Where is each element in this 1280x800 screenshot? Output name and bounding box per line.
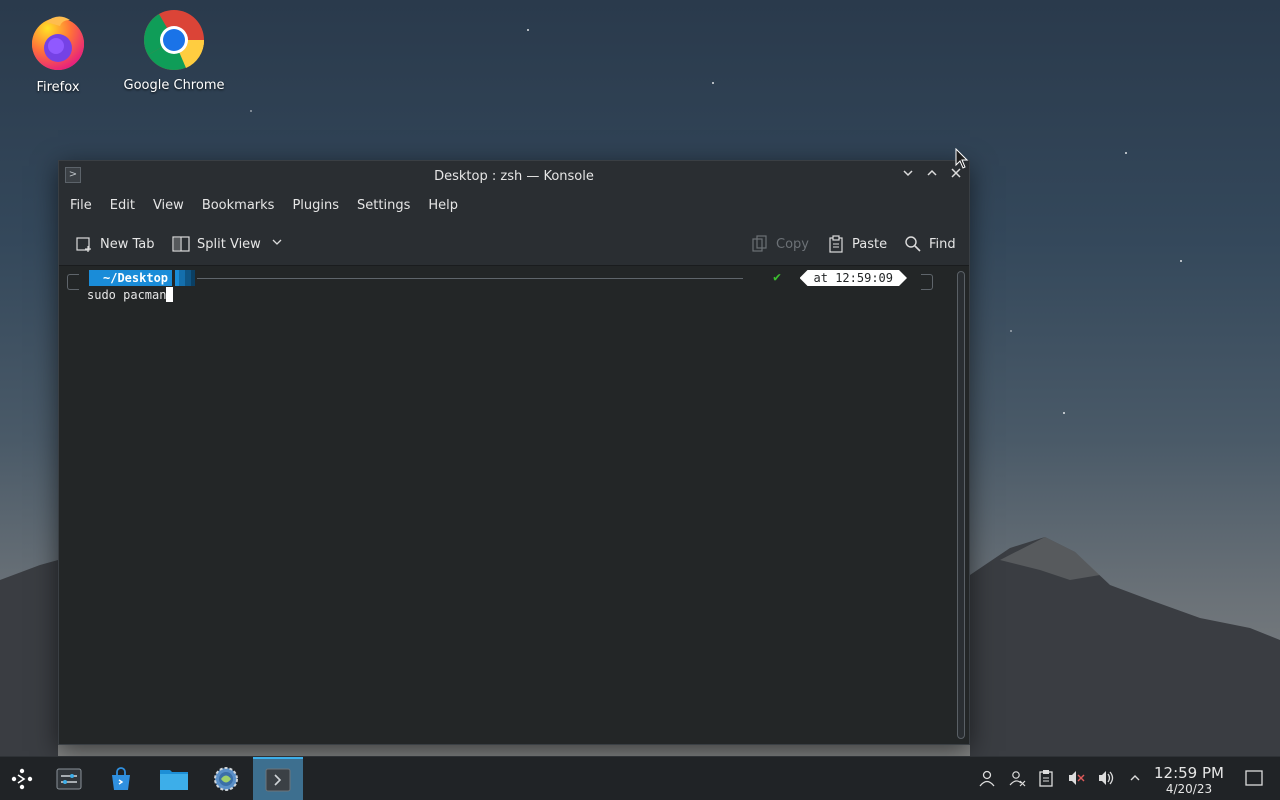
window-titlebar[interactable]: > Desktop : zsh — Konsole [59,161,969,191]
menu-bookmarks[interactable]: Bookmarks [193,191,284,221]
new-tab-label: New Tab [100,236,155,252]
konsole-app-icon[interactable]: > [65,167,81,183]
prompt-directory-stripes [175,270,199,286]
clock-date: 4/20/23 [1165,782,1213,796]
mouse-pointer-icon [955,147,969,174]
konsole-window: > Desktop : zsh — Konsole File Edit View… [58,160,970,745]
terminal-scrollbar[interactable] [957,271,965,739]
menu-edit[interactable]: Edit [101,191,144,221]
menu-view[interactable]: View [144,191,193,221]
minimize-icon[interactable] [899,167,917,185]
paste-icon [827,235,845,253]
prompt-directory: ~/Desktop [89,270,173,286]
window-title: Desktop : zsh — Konsole [434,168,594,184]
show-desktop-icon[interactable] [1243,767,1265,789]
konsole-icon[interactable] [253,757,303,800]
taskbar: 12:59 PM 4/20/23 [0,756,1280,800]
copy-label: Copy [776,236,809,252]
paste-button[interactable]: Paste [827,229,887,259]
desktop-icon-label: Firefox [36,80,80,95]
application-launcher-icon[interactable] [2,761,42,797]
menu-help[interactable]: Help [419,191,467,221]
firefox-icon [26,10,90,74]
paste-label: Paste [852,236,888,252]
file-manager-icon[interactable] [154,761,194,797]
prompt-time: at 12:59:09 [800,270,907,286]
copy-button[interactable]: Copy [751,229,809,259]
discover-store-icon[interactable] [101,761,141,797]
user-icon[interactable] [976,767,998,789]
prompt-line: ~/Desktop ✔ at 12:59:09 [67,270,933,290]
desktop-icon-label: Google Chrome [123,78,225,93]
overview-icon[interactable] [49,761,89,797]
maximize-icon[interactable] [923,167,941,185]
terminal-area[interactable]: ~/Desktop ✔ at 12:59:09 sudo pacman [59,266,949,744]
find-label: Find [929,236,956,252]
clock[interactable]: 12:59 PM 4/20/23 [1146,764,1232,797]
check-icon: ✔ [773,270,781,285]
chrome-icon [142,8,206,72]
split-view-button[interactable]: Split View [172,229,283,259]
desktop-icon-chrome[interactable]: Google Chrome [119,8,229,93]
command-text: sudo pacman [87,288,167,302]
chevron-down-icon[interactable] [271,236,283,252]
split-view-label: Split View [197,236,261,252]
muted-speaker-icon[interactable] [1065,767,1087,789]
find-button[interactable]: Find [904,229,956,259]
copy-icon [751,235,769,253]
menu-settings[interactable]: Settings [348,191,419,221]
new-tab-button[interactable]: New Tab [75,229,155,259]
clock-time: 12:59 PM [1154,764,1224,782]
accounts-icon[interactable] [1006,767,1028,789]
volume-icon[interactable] [1095,767,1117,789]
menu-file[interactable]: File [61,191,101,221]
command-line: sudo pacman [87,287,174,303]
prompt-bracket-right [921,274,933,290]
menu-bar: File Edit View Bookmarks Plugins Setting… [59,191,969,221]
toolbar: New Tab Split View Copy Paste Find [59,221,969,266]
system-settings-icon[interactable] [206,761,246,797]
split-view-icon [172,235,190,253]
search-icon [904,235,922,253]
menu-plugins[interactable]: Plugins [283,191,348,221]
new-tab-icon [75,235,93,253]
desktop-icon-firefox[interactable]: Firefox [3,10,113,95]
prompt-bracket-left [67,274,79,290]
prompt-rule [197,278,743,279]
tray-expand-icon[interactable] [1124,767,1146,789]
clipboard-icon[interactable] [1035,767,1057,789]
text-cursor [166,287,174,302]
